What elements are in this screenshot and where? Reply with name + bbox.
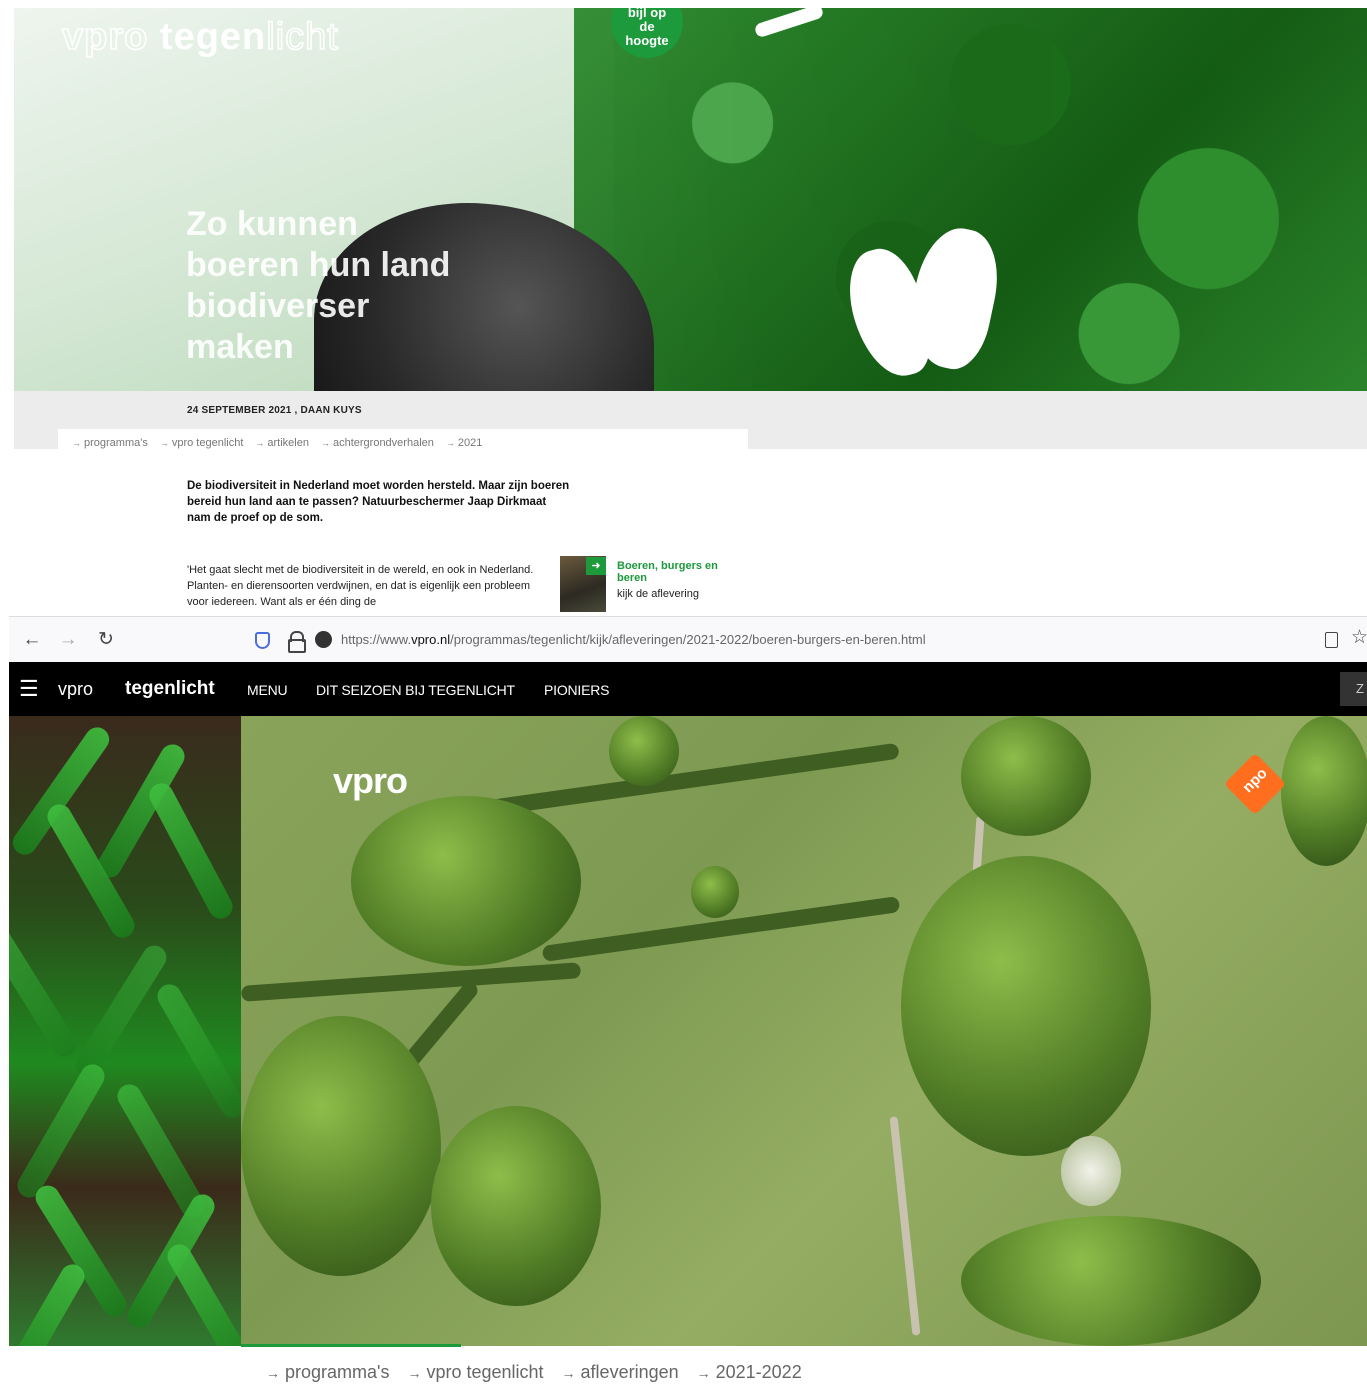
breadcrumb-2021[interactable]: 2021 xyxy=(446,437,482,449)
butterfly-shape xyxy=(804,228,1004,388)
article-body: 'Het gaat slecht met de biodiversiteit i… xyxy=(187,564,534,608)
hamburger-icon[interactable]: ☰ xyxy=(19,678,39,700)
breadcrumb-vpro-tegenlicht[interactable]: vpro tegenlicht xyxy=(160,437,244,449)
breadcrumb-vpro-tegenlicht[interactable]: vpro tegenlicht xyxy=(407,1362,543,1383)
breadcrumb-2021-2022[interactable]: 2021-2022 xyxy=(697,1362,802,1383)
site-nav: ☰ vpro tegenlicht MENU DIT SEIZOEN BIJ T… xyxy=(9,662,1367,716)
nav-menu[interactable]: MENU xyxy=(247,682,288,698)
breadcrumb: programma's vpro tegenlicht artikelen ac… xyxy=(58,429,748,457)
episode-subtitle[interactable]: kijk de aflevering xyxy=(617,588,699,600)
article-lead: De biodiversiteit in Nederland moet word… xyxy=(187,480,570,524)
arrow-right-icon: ➜ xyxy=(586,557,606,575)
article-meta: 24 SEPTEMBER 2021 , DAAN KUYS xyxy=(187,405,362,416)
side-decoration xyxy=(9,716,241,1346)
episode-title[interactable]: Boeren, burgers en beren xyxy=(617,560,732,584)
reader-view-icon[interactable] xyxy=(1325,632,1338,648)
breadcrumb: programma's vpro tegenlicht afleveringen… xyxy=(266,1362,802,1383)
nav-pioniers[interactable]: PIONIERS xyxy=(544,682,610,698)
breadcrumb-programmas[interactable]: programma's xyxy=(266,1362,389,1383)
bookmark-star-icon[interactable]: ☆ xyxy=(1351,626,1367,649)
article-title: Zo kunnen boeren hun land biodiverser ma… xyxy=(186,205,451,366)
forward-arrow-icon[interactable]: → xyxy=(55,627,81,653)
nav-tegenlicht-logo[interactable]: tegenlicht xyxy=(125,678,215,700)
video-progress-bar[interactable] xyxy=(241,1344,461,1347)
permissions-icon[interactable] xyxy=(315,631,332,648)
shield-icon[interactable] xyxy=(255,632,270,649)
lock-icon[interactable] xyxy=(288,631,306,653)
url-bar[interactable]: https://www.vpro.nl/programmas/tegenlich… xyxy=(341,632,926,647)
article-screenshot: vpro tegenlicht bijl op de hoogte Zo kun… xyxy=(14,8,1367,614)
breadcrumb-afleveringen[interactable]: afleveringen xyxy=(562,1362,679,1383)
back-arrow-icon[interactable]: ← xyxy=(19,627,45,653)
browser-toolbar: ← → ↻ https://www.vpro.nl/programmas/teg… xyxy=(9,616,1367,662)
nav-vpro-logo[interactable]: vpro xyxy=(58,679,93,700)
breadcrumb-achtergrondverhalen[interactable]: achtergrondverhalen xyxy=(321,437,434,449)
video-player[interactable]: vpro npo xyxy=(241,716,1367,1346)
hero-image: vpro tegenlicht bijl op de hoogte Zo kun… xyxy=(14,8,1367,391)
vpro-watermark: vpro xyxy=(333,760,408,801)
search-input[interactable]: Z xyxy=(1340,672,1367,706)
breadcrumb-artikelen[interactable]: artikelen xyxy=(255,437,309,449)
reload-icon[interactable]: ↻ xyxy=(93,627,119,653)
breadcrumb-programmas[interactable]: programma's xyxy=(72,437,148,449)
tegenlicht-logo[interactable]: vpro tegenlicht xyxy=(61,15,339,59)
episode-card[interactable]: ➜ Boeren, burgers en beren kijk de aflev… xyxy=(560,556,740,614)
nav-dit-seizoen[interactable]: DIT SEIZOEN BIJ TEGENLICHT xyxy=(316,682,515,698)
